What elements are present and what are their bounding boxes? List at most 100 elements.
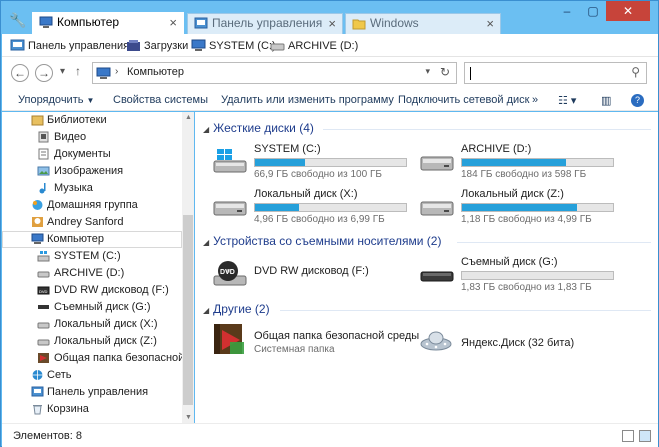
up-button[interactable]: ↑ <box>75 64 81 78</box>
tree-item-label: Корзина <box>47 403 89 415</box>
recent-dropdown-icon[interactable]: ▾ <box>60 66 65 77</box>
scroll-down-icon[interactable]: ▼ <box>185 414 192 421</box>
details-view-icon[interactable] <box>622 430 634 442</box>
tree-item-libraries[interactable]: Библиотеки <box>2 112 182 129</box>
tab-control-panel[interactable]: Панель управления × <box>187 13 343 34</box>
tree-item-label: ARCHIVE (D:) <box>54 267 125 279</box>
tree-item-control-panel[interactable]: Панель управления <box>2 384 182 401</box>
tab-close-icon[interactable]: × <box>486 14 494 33</box>
breadcrumb-chevron-icon[interactable]: › <box>115 66 118 77</box>
tree-item-computer[interactable]: Компьютер <box>2 231 182 248</box>
tree-item-dvd-f[interactable]: DVD DVD RW дисковод (F:) <box>2 282 182 299</box>
minimize-button[interactable]: – <box>554 1 580 21</box>
large-icons-view-icon[interactable] <box>639 430 651 442</box>
tree-item-label: Локальный диск (Z:) <box>54 335 157 347</box>
tree-item-video[interactable]: Видео <box>2 129 182 146</box>
refresh-icon[interactable]: ↻ <box>440 65 450 79</box>
more-commands-button[interactable]: » <box>532 94 538 106</box>
drive-item-local-x[interactable]: Локальный диск (X:) 4,96 ГБ свободно из … <box>212 188 417 225</box>
tree-item-removable-g[interactable]: Съемный диск (G:) <box>2 299 182 316</box>
sandbox-icon <box>38 353 49 363</box>
map-network-drive-button[interactable]: Подключить сетевой диск <box>398 94 529 106</box>
tree-item-local-x[interactable]: Локальный диск (X:) <box>2 316 182 333</box>
tree-item-label: Панель управления <box>47 386 149 398</box>
forward-button[interactable]: → <box>35 64 53 82</box>
drive-item-removable-g[interactable]: Съемный диск (G:) 1,83 ГБ свободно из 1,… <box>419 256 624 293</box>
search-icon[interactable]: ⚲ <box>631 65 640 79</box>
drive-free-space: 184 ГБ свободно из 598 ГБ <box>461 169 587 180</box>
drive-item-local-z[interactable]: Локальный диск (Z:) 1,18 ГБ свободно из … <box>419 188 624 225</box>
tree-scrollbar[interactable]: ▲ ▼ <box>182 112 194 423</box>
tab-close-icon[interactable]: × <box>169 13 177 32</box>
drive-icon <box>270 43 285 51</box>
breadcrumb[interactable]: Компьютер <box>127 66 184 78</box>
tree-item-label: Компьютер <box>47 233 104 245</box>
drive-usage-bar <box>254 203 407 212</box>
text-caret <box>470 67 471 80</box>
wrench-icon[interactable]: 🔧 <box>9 12 26 28</box>
tree-item-archive-d[interactable]: ARCHIVE (D:) <box>2 265 182 282</box>
drive-usage-bar <box>254 158 407 167</box>
help-icon[interactable]: ? <box>631 94 644 107</box>
group-header-removable[interactable]: ◢ Устройства со съемными носителями (2) <box>203 234 441 250</box>
libraries-icon <box>31 115 44 126</box>
drive-usage-bar <box>461 158 614 167</box>
view-options-icon[interactable]: ☷ ▾ <box>558 94 576 107</box>
group-divider <box>457 242 651 243</box>
organize-button[interactable]: Упорядочить ▼ <box>18 94 94 106</box>
yandex-disk-icon <box>420 331 452 351</box>
uninstall-program-button[interactable]: Удалить или изменить программу <box>221 94 394 106</box>
scrollbar-thumb[interactable] <box>183 215 193 405</box>
recycle-bin-icon <box>33 405 42 415</box>
drive-item-dvd-f[interactable]: DVD DVD RW дисковод (F:) <box>212 256 417 292</box>
tree-item-label: Домашняя группа <box>47 199 138 211</box>
item-sandbox-folder[interactable]: Общая папка безопасной среды Системная п… <box>212 322 419 362</box>
drive-usage-fill <box>255 204 299 211</box>
drive-item-system-c[interactable]: SYSTEM (C:) 66,9 ГБ свободно из 100 ГБ <box>212 143 417 180</box>
organize-label: Упорядочить <box>18 94 84 106</box>
drive-free-space: 4,96 ГБ свободно из 6,99 ГБ <box>254 214 385 225</box>
bookmark-control-panel[interactable]: Панель управления <box>10 38 129 54</box>
tree-item-documents[interactable]: Документы <box>2 146 182 163</box>
tree-item-homegroup[interactable]: Домашняя группа <box>2 197 182 214</box>
tree-item-sandbox[interactable]: Общая папка безопасной ср <box>2 350 182 367</box>
tree-item-network[interactable]: Сеть <box>2 367 182 384</box>
tab-label: Windows <box>370 16 419 30</box>
maximize-button[interactable]: ▢ <box>580 1 606 21</box>
tab-windows[interactable]: Windows × <box>345 13 501 34</box>
tree-item-user[interactable]: Andrey Sanford <box>2 214 182 231</box>
tab-label: Панель управления <box>212 16 323 30</box>
system-properties-button[interactable]: Свойства системы <box>113 94 208 106</box>
address-bar[interactable]: › Компьютер ▾ ↻ <box>92 62 457 84</box>
chevron-down-icon[interactable]: ▾ <box>425 66 430 77</box>
tree-item-label: Документы <box>54 148 111 160</box>
bookmark-archive-d[interactable]: ARCHIVE (D:) <box>270 38 358 54</box>
removable-drive-icon <box>420 271 454 282</box>
item-yandex-disk[interactable]: Яндекс.Диск (32 бита) <box>419 322 624 362</box>
group-header-other[interactable]: ◢ Другие (2) <box>203 302 270 318</box>
scroll-up-icon[interactable]: ▲ <box>185 114 192 121</box>
tree-item-label: Andrey Sanford <box>47 216 124 228</box>
tree-item-recycle-bin[interactable]: Корзина <box>2 401 182 418</box>
drive-item-archive-d[interactable]: ARCHIVE (D:) 184 ГБ свободно из 598 ГБ <box>419 143 624 180</box>
tree-item-pictures[interactable]: Изображения <box>2 163 182 180</box>
tab-close-icon[interactable]: × <box>328 14 336 33</box>
close-button[interactable]: ✕ <box>606 1 650 21</box>
drive-icon <box>37 271 50 278</box>
tree-item-music[interactable]: Музыка <box>2 180 182 197</box>
tree-item-system-c[interactable]: SYSTEM (C:) <box>2 248 182 265</box>
group-header-hard-disks[interactable]: ◢ Жесткие диски (4) <box>203 121 314 137</box>
drive-name: Съемный диск (G:) <box>461 256 558 268</box>
tab-computer[interactable]: Компьютер × <box>32 12 184 34</box>
bookmark-system-c[interactable]: SYSTEM (C:) <box>191 38 276 54</box>
preview-pane-icon[interactable]: ▥ <box>601 94 611 107</box>
navigation-tree: Библиотеки Видео Документы Изображения М… <box>2 112 182 423</box>
tree-item-label: Библиотеки <box>47 114 107 126</box>
bookmark-label: Загрузки <box>144 40 189 52</box>
tree-item-local-z[interactable]: Локальный диск (Z:) <box>2 333 182 350</box>
back-button[interactable]: ← <box>11 64 29 82</box>
search-input[interactable]: ⚲ <box>464 62 647 84</box>
drive-usage-bar <box>461 271 614 280</box>
folder-icon <box>352 19 366 30</box>
bookmark-downloads[interactable]: Загрузки <box>126 38 188 54</box>
